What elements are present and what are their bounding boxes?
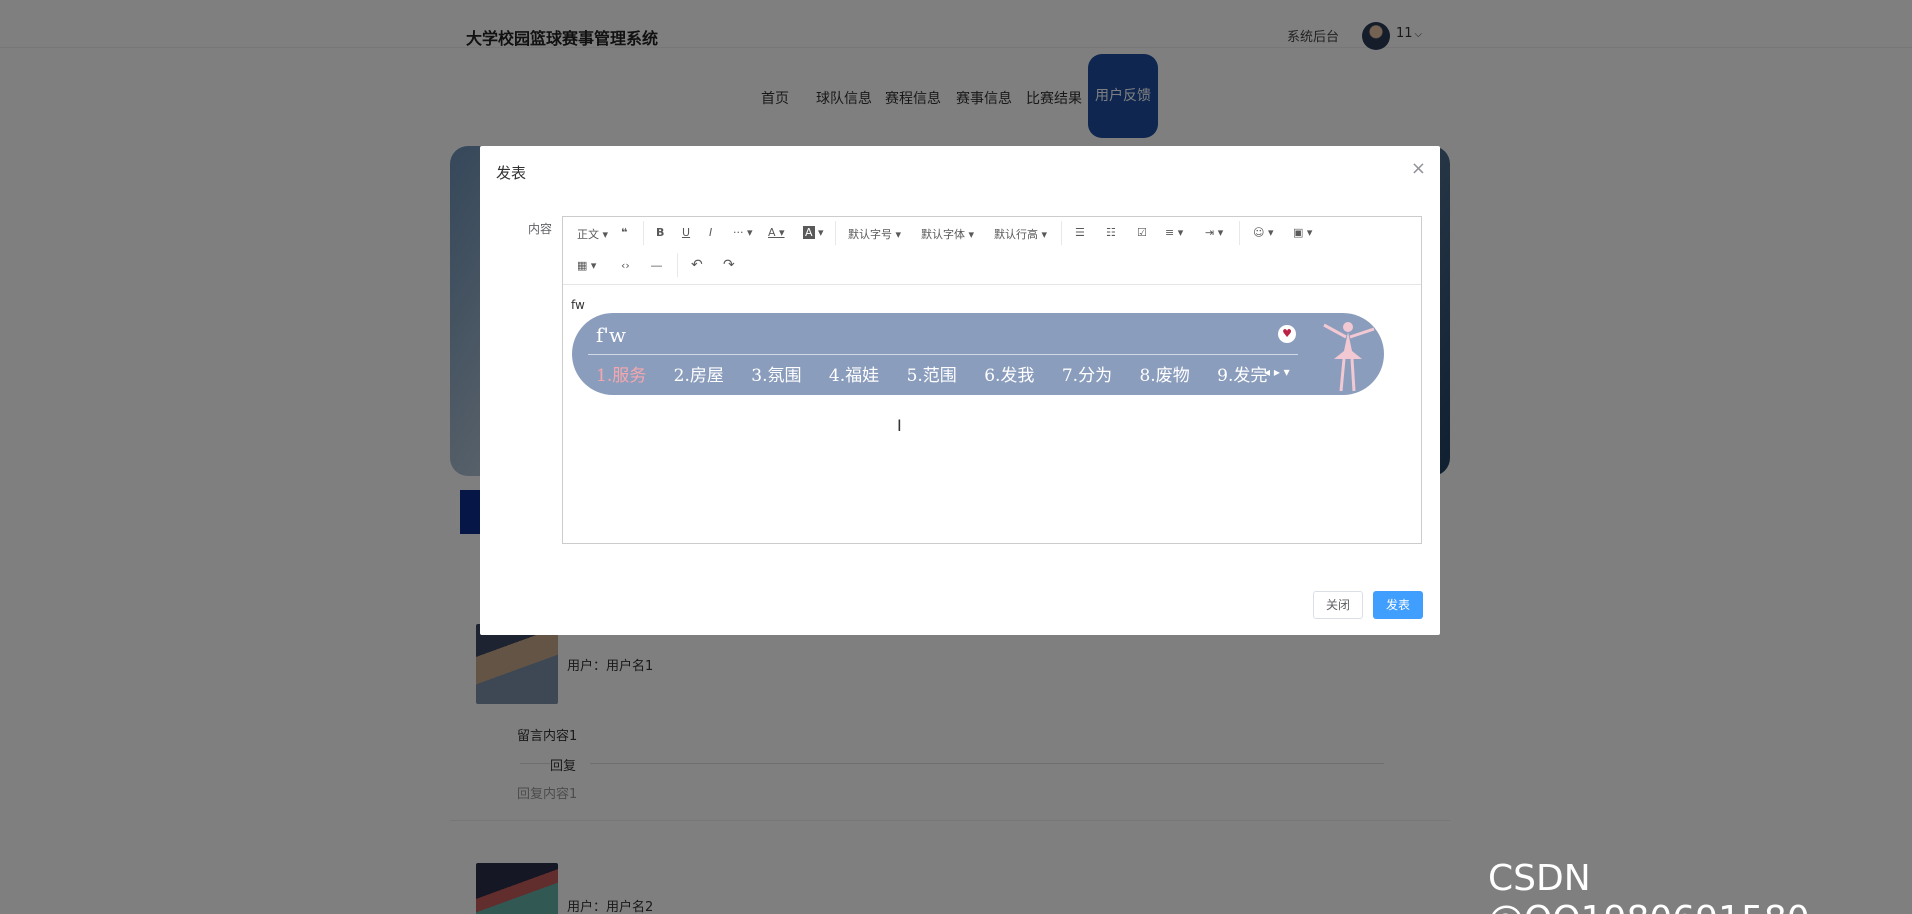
heading-select[interactable]: 正文 ▾: [577, 226, 608, 242]
ime-candidate-list: 1.服务 2.房屋 3.氛围 4.福娃 5.范围 6.发我 7.分为 8.废物 …: [596, 361, 1289, 386]
bg-color-icon[interactable]: A ▾: [803, 226, 824, 239]
close-icon[interactable]: ×: [1411, 158, 1426, 179]
publish-button[interactable]: 发表: [1373, 591, 1423, 619]
ime-candidate[interactable]: 9.发完: [1217, 366, 1267, 386]
undo-icon[interactable]: ↶: [691, 257, 703, 273]
ime-candidate-window: f'w ♥ 1.服务 2.房屋 3.氛围 4.福娃 5.范围 6.发我 7.分为…: [572, 313, 1384, 395]
ime-candidate[interactable]: 4.福娃: [829, 366, 879, 386]
divider-icon[interactable]: ―: [651, 259, 662, 272]
ime-candidate[interactable]: 5.范围: [907, 366, 957, 386]
italic-icon[interactable]: I: [709, 226, 712, 239]
bold-icon[interactable]: B: [656, 226, 664, 239]
ime-skin-icon[interactable]: ♥: [1278, 325, 1296, 343]
line-height-select[interactable]: 默认行高 ▾: [994, 226, 1047, 242]
ime-page-arrows-icon[interactable]: ◂ ▸ ▾: [1264, 365, 1290, 379]
ime-candidate[interactable]: 2.房屋: [674, 366, 724, 386]
table-icon[interactable]: ▦ ▾: [577, 259, 596, 272]
toolbar-separator: [1061, 221, 1062, 245]
font-color-icon[interactable]: A ▾: [768, 226, 785, 239]
ime-candidate[interactable]: 6.发我: [984, 366, 1034, 386]
ballerina-icon: [1323, 322, 1375, 392]
more-styles-icon[interactable]: ··· ▾: [733, 226, 753, 239]
ime-divider: [588, 354, 1298, 355]
ime-candidate[interactable]: 7.分为: [1062, 366, 1112, 386]
quote-icon[interactable]: ❝: [621, 226, 627, 239]
ime-candidate[interactable]: 8.废物: [1139, 366, 1189, 386]
ime-candidate[interactable]: 3.氛围: [751, 366, 801, 386]
toolbar-separator: [643, 221, 644, 245]
code-icon[interactable]: ‹›: [621, 259, 630, 272]
todo-icon[interactable]: ☑: [1137, 226, 1147, 239]
ime-composition: f'w: [596, 323, 627, 347]
ime-candidate[interactable]: 1.服务: [596, 366, 646, 386]
close-button[interactable]: 关闭: [1313, 591, 1363, 619]
image-icon[interactable]: ▣ ▾: [1293, 226, 1312, 239]
bullet-list-icon[interactable]: ☰: [1075, 226, 1085, 239]
indent-icon[interactable]: ⇥ ▾: [1205, 226, 1223, 239]
watermark: CSDN @QQ1980691580: [1488, 858, 1810, 914]
font-family-select[interactable]: 默认字体 ▾: [921, 226, 974, 242]
editor-toolbar: 正文 ▾ ❝ B U I ··· ▾ A ▾ A ▾ 默认字号 ▾ 默认字体 ▾…: [563, 217, 1421, 285]
numbered-list-icon[interactable]: ☷: [1106, 226, 1116, 239]
emotion-icon[interactable]: ☺ ▾: [1253, 226, 1274, 239]
font-size-select[interactable]: 默认字号 ▾: [848, 226, 901, 242]
align-icon[interactable]: ≡ ▾: [1165, 226, 1183, 239]
toolbar-separator: [835, 221, 836, 245]
text-cursor-icon: I: [897, 416, 902, 435]
toolbar-separator: [1239, 221, 1240, 245]
redo-icon[interactable]: ↷: [723, 257, 735, 273]
toolbar-separator: [677, 253, 678, 277]
content-label: 内容: [528, 222, 553, 236]
dialog-title: 发表: [496, 164, 527, 182]
editor-text: fw: [571, 298, 585, 312]
underline-icon[interactable]: U: [682, 226, 690, 239]
